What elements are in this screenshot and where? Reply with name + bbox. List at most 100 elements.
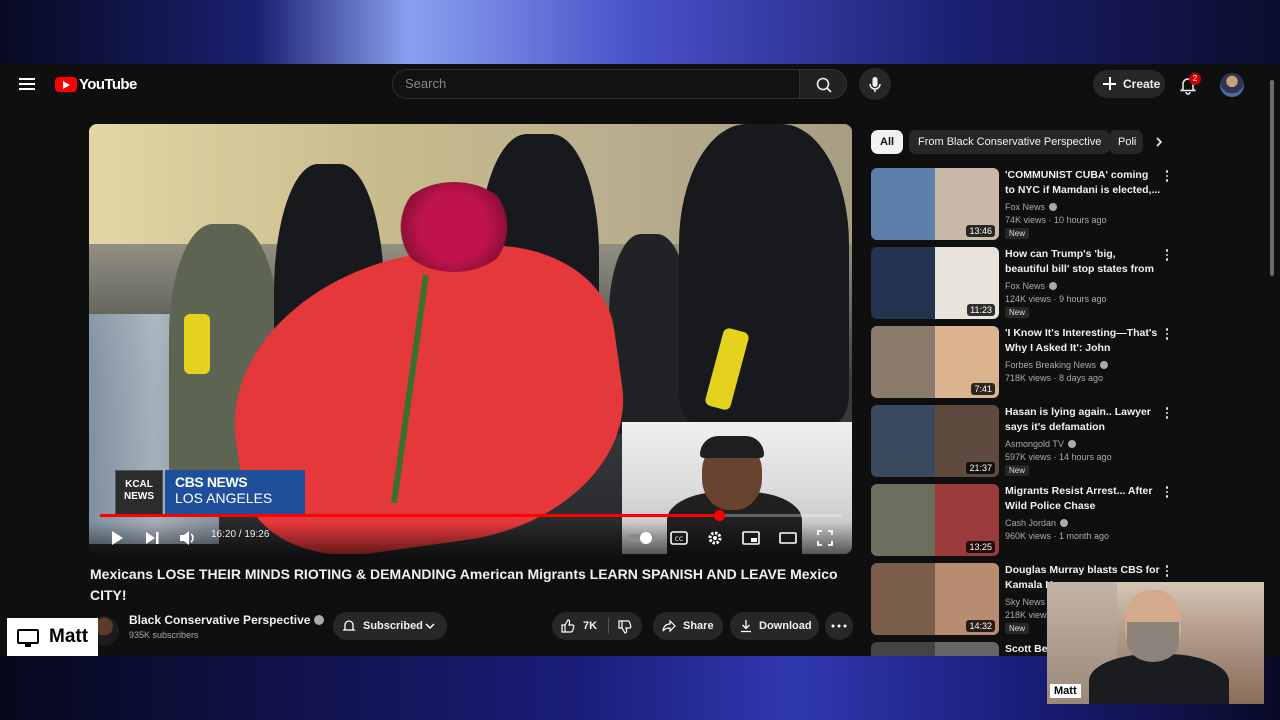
recommendation-item[interactable]: 13:25 Migrants Resist Arrest... After Wil… xyxy=(871,484,1271,558)
video-thumbnail[interactable] xyxy=(871,642,999,656)
channel-text[interactable]: Fox News xyxy=(1005,281,1045,291)
video-thumbnail[interactable]: 7:41 xyxy=(871,326,999,398)
upload-age: 9 hours ago xyxy=(1059,294,1107,304)
channel-text[interactable]: Cash Jordan xyxy=(1005,518,1056,528)
thumbs-up-icon xyxy=(561,619,575,633)
scrubber-handle[interactable] xyxy=(713,510,725,521)
like-button[interactable]: 7K xyxy=(552,612,606,640)
channel-name[interactable]: Black Conservative Perspective xyxy=(129,613,325,627)
upload-age: 10 hours ago xyxy=(1054,215,1107,225)
menu-icon[interactable] xyxy=(19,78,35,90)
subscribe-button[interactable]: Subscribed xyxy=(333,612,447,640)
captions-icon[interactable]: CC xyxy=(670,530,688,546)
autoplay-toggle-icon[interactable] xyxy=(627,530,655,546)
recommendation-item[interactable]: 11:23 How can Trump's 'big, beautiful bil… xyxy=(871,247,1271,321)
more-vertical-icon[interactable] xyxy=(1162,407,1172,421)
share-button[interactable]: Share xyxy=(653,612,723,640)
like-dislike-group: 7K xyxy=(552,612,642,640)
recommendation-title[interactable]: 'I Know It's Interesting—That's Why I As… xyxy=(1005,326,1161,356)
chevron-right-icon[interactable] xyxy=(1153,136,1165,148)
account-avatar[interactable] xyxy=(1220,73,1244,97)
progress-fill xyxy=(100,514,719,517)
verified-icon xyxy=(314,615,325,625)
microphone-icon xyxy=(869,77,881,92)
next-icon[interactable] xyxy=(144,530,160,546)
recommendation-channel[interactable]: Forbes Breaking News xyxy=(1005,360,1109,370)
recommendation-channel[interactable]: Cash Jordan xyxy=(1005,518,1069,528)
play-icon[interactable] xyxy=(109,530,125,546)
recommendation-title[interactable]: Migrants Resist Arrest... After Wild Pol… xyxy=(1005,484,1161,514)
notification-badge: 2 xyxy=(1189,73,1201,85)
voice-search-button[interactable] xyxy=(859,68,891,100)
channel-text[interactable]: Fox News xyxy=(1005,202,1045,212)
view-count: 960K views xyxy=(1005,531,1052,541)
download-button[interactable]: Download xyxy=(730,612,819,640)
verified-icon xyxy=(1049,282,1058,290)
network-line-1: CBS NEWS xyxy=(175,474,248,490)
recommendation-title[interactable]: Hasan is lying again.. Lawyer says it's … xyxy=(1005,405,1161,435)
video-thumbnail[interactable]: 11:23 xyxy=(871,247,999,319)
scrollbar-thumb[interactable] xyxy=(1270,80,1274,276)
video-thumbnail[interactable]: 13:46 xyxy=(871,168,999,240)
recommendation-meta: 124K views · 9 hours ago xyxy=(1005,294,1107,304)
new-badge: New xyxy=(1005,623,1030,634)
recommendation-meta: 597K views · 14 hours ago xyxy=(1005,452,1112,462)
recommendation-title[interactable]: 'COMMUNIST CUBA' coming to NYC if Mamdan… xyxy=(1005,168,1161,198)
chip-politics[interactable]: Poli xyxy=(1109,130,1143,154)
commentator-hat xyxy=(700,436,764,458)
create-button[interactable]: Create xyxy=(1093,70,1165,98)
more-vertical-icon[interactable] xyxy=(1162,565,1172,579)
more-actions-button[interactable] xyxy=(825,612,853,640)
video-thumbnail[interactable]: 21:37 xyxy=(871,405,999,477)
video-player[interactable]: KCAL NEWS CBS NEWS LOS ANGELES 16:20 / 1… xyxy=(89,124,852,554)
more-vertical-icon[interactable] xyxy=(1162,249,1172,263)
desktop-background-top xyxy=(0,0,1280,64)
fullscreen-icon[interactable] xyxy=(817,530,833,546)
video-thumbnail[interactable]: 14:32 xyxy=(871,563,999,635)
recommendation-channel[interactable]: Fox News xyxy=(1005,281,1058,291)
channel-text[interactable]: Forbes Breaking News xyxy=(1005,360,1096,370)
more-vertical-icon[interactable] xyxy=(1162,170,1172,184)
recommendation-meta: 218K views xyxy=(1005,610,1051,620)
like-divider xyxy=(608,618,609,634)
yellow-glove xyxy=(184,314,210,374)
miniplayer-icon[interactable] xyxy=(742,530,760,546)
search-button[interactable] xyxy=(799,69,847,99)
recommendation-item[interactable]: 21:37 Hasan is lying again.. Lawyer says … xyxy=(871,405,1271,479)
verified-icon xyxy=(1067,440,1076,448)
network-line-2: LOS ANGELES xyxy=(175,490,273,506)
more-vertical-icon[interactable] xyxy=(1162,486,1172,500)
theater-mode-icon[interactable] xyxy=(779,530,797,546)
chip-from-channel[interactable]: From Black Conservative Perspective xyxy=(909,130,1111,154)
page-scrollbar[interactable] xyxy=(1268,72,1276,652)
duration-badge: 13:25 xyxy=(966,541,995,553)
volume-icon[interactable] xyxy=(179,530,197,546)
channel-text[interactable]: Asmongold TV xyxy=(1005,439,1064,449)
progress-bar[interactable] xyxy=(100,510,841,521)
duration-badge: 7:41 xyxy=(971,383,995,395)
recommendation-item[interactable]: 7:41 'I Know It's Interesting—That's Why … xyxy=(871,326,1271,400)
recommendation-title[interactable]: How can Trump's 'big, beautiful bill' st… xyxy=(1005,247,1161,277)
search-input[interactable]: Search xyxy=(392,69,800,99)
video-title: Mexicans LOSE THEIR MINDS RIOTING & DEMA… xyxy=(90,566,838,603)
thumbs-down-icon[interactable] xyxy=(618,620,632,634)
more-vertical-icon[interactable] xyxy=(1162,328,1172,342)
kcal-news-logo: KCAL NEWS xyxy=(115,470,163,516)
subscribe-label: Subscribed xyxy=(363,620,423,632)
verified-icon xyxy=(1060,519,1069,527)
youtube-play-icon xyxy=(55,77,77,92)
chip-all[interactable]: All xyxy=(871,130,904,154)
channel-text[interactable]: Sky News xyxy=(1005,597,1045,607)
webcam-person-body xyxy=(1089,654,1229,704)
share-icon xyxy=(662,619,676,633)
recommendation-channel[interactable]: Fox News xyxy=(1005,202,1058,212)
recommendation-channel[interactable]: Asmongold TV xyxy=(1005,439,1076,449)
channel-name-text[interactable]: Black Conservative Perspective xyxy=(129,613,310,627)
view-count: 124K views xyxy=(1005,294,1052,304)
youtube-window: YouTube Search Create 2 KCAL NEWS CBS NE… xyxy=(0,64,1280,656)
recommendation-item[interactable]: 13:46 'COMMUNIST CUBA' coming to NYC if M… xyxy=(871,168,1271,242)
youtube-logo[interactable]: YouTube xyxy=(55,76,137,93)
time-display: 16:20 / 19:26 xyxy=(211,529,270,540)
video-thumbnail[interactable]: 13:25 xyxy=(871,484,999,556)
settings-gear-icon[interactable] xyxy=(707,530,723,546)
